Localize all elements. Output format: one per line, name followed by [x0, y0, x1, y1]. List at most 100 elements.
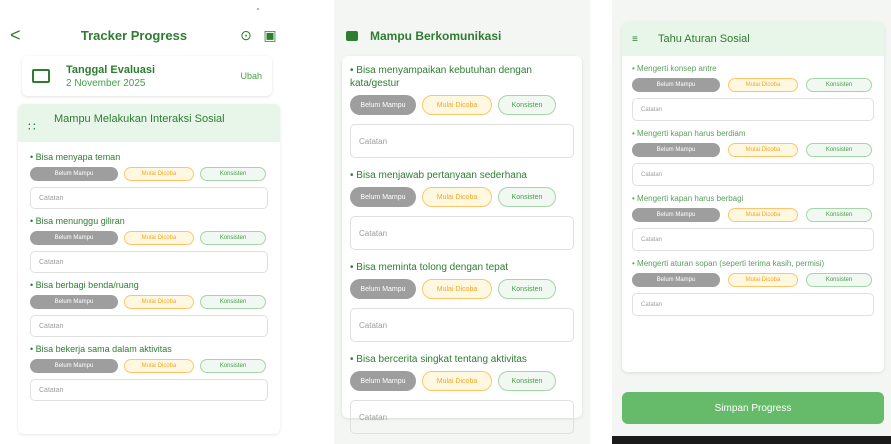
option-konsisten[interactable]: Konsisten: [200, 167, 266, 181]
option-mulai-dicoba[interactable]: Mulai Dicoba: [422, 187, 492, 207]
option-group: Belum Mampu Mulai Dicoba Konsisten: [30, 295, 268, 309]
chat-icon: [346, 31, 358, 41]
note-input[interactable]: Catatan: [30, 187, 268, 209]
option-mulai-dicoba[interactable]: Mulai Dicoba: [422, 95, 492, 115]
option-mulai-dicoba[interactable]: Mulai Dicoba: [124, 167, 194, 181]
tracker-panel-right: ≡ Tahu Aturan Sosial • Mengerti konsep a…: [612, 0, 891, 444]
item-text: • Bisa bercerita singkat tentang aktivit…: [350, 354, 527, 365]
item-text: • Bisa meminta tolong dengan tepat: [350, 262, 509, 273]
option-group: Belum Mampu Mulai Dicoba Konsisten: [350, 371, 574, 391]
option-mulai-dicoba[interactable]: Mulai Dicoba: [422, 279, 492, 299]
option-konsisten[interactable]: Konsisten: [498, 187, 556, 207]
list-item: • Bisa berbagi benda/ruang Belum Mampu M…: [18, 280, 280, 337]
item-text: • Mengerti kapan harus berbagi: [632, 194, 744, 203]
option-mulai-dicoba[interactable]: Mulai Dicoba: [124, 231, 194, 245]
note-input[interactable]: Catatan: [350, 308, 574, 342]
option-belum-mampu[interactable]: Belum Mampu: [30, 295, 118, 309]
section-social-interaction: ∷ Mampu Melakukan Interaksi Sosial • Bis…: [18, 104, 280, 434]
bottom-bar: [612, 436, 891, 444]
item-text: • Mengerti konsep antre: [632, 64, 717, 73]
option-group: Belum Mampu Mulai Dicoba Konsisten: [350, 95, 574, 115]
note-input[interactable]: Catatan: [632, 163, 874, 186]
edit-date-link[interactable]: Ubah: [240, 71, 262, 81]
tracker-panel-left: < Tracker Progress ⊙ ▣ Tanggal Evaluasi …: [0, 0, 292, 444]
option-group: Belum Mampu Mulai Dicoba Konsisten: [350, 279, 574, 299]
option-konsisten[interactable]: Konsisten: [806, 273, 872, 287]
note-input[interactable]: Catatan: [632, 228, 874, 251]
note-input[interactable]: Catatan: [632, 293, 874, 316]
section-header: Mampu Berkomunikasi: [346, 25, 501, 47]
note-input[interactable]: Catatan: [350, 124, 574, 158]
item-text: • Bisa menjawab pertanyaan sederhana: [350, 170, 527, 181]
option-mulai-dicoba[interactable]: Mulai Dicoba: [728, 143, 798, 157]
people-icon: ∷: [28, 120, 36, 134]
option-belum-mampu[interactable]: Belum Mampu: [30, 359, 118, 373]
arrow-left-icon[interactable]: <: [10, 25, 34, 46]
option-group: Belum Mampu Mulai Dicoba Konsisten: [30, 231, 268, 245]
status-dot: [257, 8, 259, 10]
option-belum-mampu[interactable]: Belum Mampu: [350, 279, 416, 299]
section-title: Mampu Berkomunikasi: [370, 29, 502, 43]
option-mulai-dicoba[interactable]: Mulai Dicoba: [124, 295, 194, 309]
note-input[interactable]: Catatan: [30, 315, 268, 337]
option-mulai-dicoba[interactable]: Mulai Dicoba: [728, 273, 798, 287]
option-belum-mampu[interactable]: Belum Mampu: [350, 371, 416, 391]
option-konsisten[interactable]: Konsisten: [498, 95, 556, 115]
option-belum-mampu[interactable]: Belum Mampu: [632, 273, 720, 287]
list-item: • Mengerti kapan harus berdiam Belum Mam…: [622, 129, 884, 186]
option-group: Belum Mampu Mulai Dicoba Konsisten: [632, 273, 874, 287]
option-belum-mampu[interactable]: Belum Mampu: [632, 208, 720, 222]
item-text: • Mengerti kapan harus berdiam: [632, 129, 746, 138]
option-mulai-dicoba[interactable]: Mulai Dicoba: [728, 208, 798, 222]
option-konsisten[interactable]: Konsisten: [806, 208, 872, 222]
history-icon[interactable]: ⊙: [234, 27, 258, 44]
list-item: • Bisa menyapa teman Belum Mampu Mulai D…: [18, 152, 280, 209]
save-icon[interactable]: ▣: [258, 27, 282, 44]
list-item: • Bisa menjawab pertanyaan sederhana Bel…: [350, 169, 574, 250]
option-konsisten[interactable]: Konsisten: [200, 359, 266, 373]
option-konsisten[interactable]: Konsisten: [498, 279, 556, 299]
option-belum-mampu[interactable]: Belum Mampu: [632, 143, 720, 157]
option-group: Belum Mampu Mulai Dicoba Konsisten: [30, 167, 268, 181]
option-belum-mampu[interactable]: Belum Mampu: [350, 95, 416, 115]
top-bar: < Tracker Progress ⊙ ▣: [10, 22, 282, 48]
option-group: Belum Mampu Mulai Dicoba Konsisten: [350, 187, 574, 207]
option-konsisten[interactable]: Konsisten: [498, 371, 556, 391]
note-input[interactable]: Catatan: [30, 379, 268, 401]
list-item: • Mengerti konsep antre Belum Mampu Mula…: [622, 64, 884, 121]
option-belum-mampu[interactable]: Belum Mampu: [632, 78, 720, 92]
note-input[interactable]: Catatan: [350, 216, 574, 250]
section-title: Tahu Aturan Sosial: [658, 33, 750, 45]
section-header: ∷ Mampu Melakukan Interaksi Sosial: [18, 104, 280, 142]
tracker-panel-middle: Mampu Berkomunikasi • Bisa menyampaikan …: [334, 0, 590, 444]
list-item: • Mengerti aturan sopan (seperti terima …: [622, 259, 884, 316]
evaluation-date-card[interactable]: Tanggal Evaluasi 2 November 2025 Ubah: [22, 56, 272, 96]
date-label: Tanggal Evaluasi: [66, 63, 156, 76]
item-text: • Bisa menyapa teman: [30, 152, 121, 162]
page-title: Tracker Progress: [80, 27, 188, 43]
rules-icon: ≡: [632, 33, 638, 45]
list-item: • Bisa menyampaikan kebutuhan dengan kat…: [350, 64, 574, 158]
note-input[interactable]: Catatan: [350, 400, 574, 434]
list-item: • Bisa bekerja sama dalam aktivitas Belu…: [18, 344, 280, 401]
option-belum-mampu[interactable]: Belum Mampu: [30, 167, 118, 181]
option-belum-mampu[interactable]: Belum Mampu: [350, 187, 416, 207]
item-text: • Bisa menunggu giliran: [30, 216, 125, 226]
calendar-icon: [32, 69, 50, 83]
option-group: Belum Mampu Mulai Dicoba Konsisten: [632, 208, 874, 222]
option-group: Belum Mampu Mulai Dicoba Konsisten: [30, 359, 268, 373]
save-progress-button[interactable]: Simpan Progress: [622, 392, 884, 424]
option-konsisten[interactable]: Konsisten: [200, 231, 266, 245]
option-konsisten[interactable]: Konsisten: [806, 143, 872, 157]
option-konsisten[interactable]: Konsisten: [200, 295, 266, 309]
section-title: Mampu Melakukan Interaksi Sosial: [54, 113, 225, 125]
list-item: • Bisa meminta tolong dengan tepat Belum…: [350, 261, 574, 342]
option-mulai-dicoba[interactable]: Mulai Dicoba: [124, 359, 194, 373]
note-input[interactable]: Catatan: [632, 98, 874, 121]
note-input[interactable]: Catatan: [30, 251, 268, 273]
option-konsisten[interactable]: Konsisten: [806, 78, 872, 92]
option-mulai-dicoba[interactable]: Mulai Dicoba: [728, 78, 798, 92]
section-communication: • Bisa menyampaikan kebutuhan dengan kat…: [342, 56, 582, 434]
option-belum-mampu[interactable]: Belum Mampu: [30, 231, 118, 245]
option-mulai-dicoba[interactable]: Mulai Dicoba: [422, 371, 492, 391]
